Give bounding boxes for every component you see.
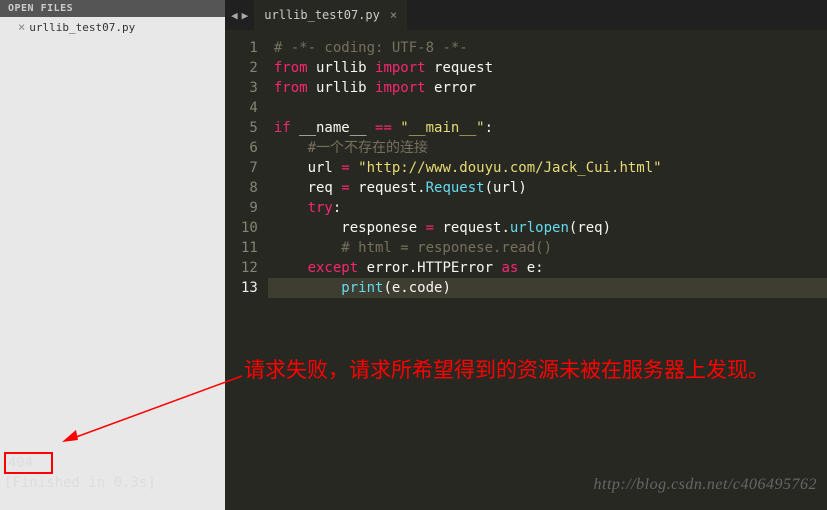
editor-pane: ◀ ▶ urllib_test07.py × 123 456 789 10111…: [225, 0, 827, 510]
tab-bar: ◀ ▶ urllib_test07.py ×: [225, 0, 827, 30]
annotation-text: 请求失败，请求所希望得到的资源未被在服务器上发现。: [244, 356, 769, 386]
output-highlight-box: 404: [4, 452, 53, 474]
file-name-label: urllib_test07.py: [29, 21, 135, 34]
open-file-item[interactable]: × urllib_test07.py: [0, 17, 225, 37]
close-tab-icon[interactable]: ×: [390, 8, 397, 22]
prev-tab-icon[interactable]: ◀: [231, 9, 238, 22]
line-gutter: 123 456 789 101112 13: [225, 30, 268, 510]
next-tab-icon[interactable]: ▶: [242, 9, 249, 22]
finished-status: [Finished in 0.3s]: [4, 475, 156, 491]
file-tab[interactable]: urllib_test07.py ×: [254, 0, 407, 30]
close-icon[interactable]: ×: [18, 20, 25, 34]
sidebar: OPEN FILES × urllib_test07.py: [0, 0, 225, 510]
code-area[interactable]: # -*- coding: UTF-8 -*- from urllib impo…: [268, 30, 827, 510]
watermark: http://blog.csdn.net/c406495762: [594, 476, 817, 494]
tab-label: urllib_test07.py: [264, 8, 380, 22]
open-files-header: OPEN FILES: [0, 0, 225, 17]
tab-nav: ◀ ▶: [225, 0, 254, 30]
code-editor[interactable]: 123 456 789 101112 13 # -*- coding: UTF-…: [225, 30, 827, 510]
